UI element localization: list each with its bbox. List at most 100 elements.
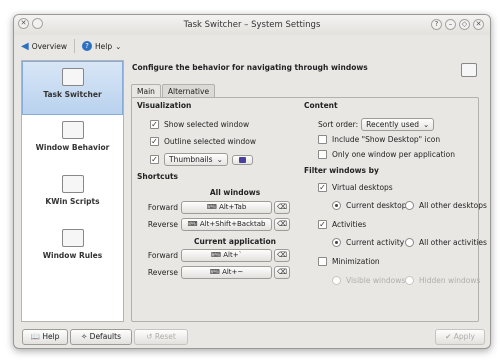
minimization-checkbox[interactable] [318, 257, 327, 266]
chevron-down-icon: ⌄ [115, 41, 122, 51]
bottom-bar: 📖 Help ✧ Defaults ↺ Reset ✔ Apply [14, 327, 490, 348]
all-other-activities-option[interactable]: All other activities [405, 238, 487, 247]
visible-windows-radio [332, 276, 341, 285]
clear-icon: ⌫ [277, 268, 287, 276]
one-per-app-checkbox[interactable] [318, 150, 327, 159]
filter-heading: Filter windows by [304, 166, 379, 175]
forward-label: Forward [147, 203, 178, 212]
help-label: Help [95, 41, 113, 51]
reverse-shortcut-button[interactable]: ⌨ Alt+Shift+Backtab [181, 218, 272, 231]
clear-forward-button[interactable]: ⌫ [274, 201, 290, 214]
effect-checkbox[interactable]: ✓ [150, 155, 159, 164]
reset-icon: ↺ [146, 332, 155, 341]
virtual-desktops-label: Virtual desktops [332, 183, 393, 192]
key-icon: ⌨ [187, 220, 200, 228]
help-icon: ? [82, 41, 93, 51]
activities-label: Activities [332, 220, 367, 229]
key-icon: ⌨ [206, 203, 220, 211]
current-forward-label: Forward [147, 251, 178, 260]
activities-checkbox[interactable]: ✓ [318, 220, 327, 229]
minimize-button[interactable]: – [445, 19, 456, 30]
toolbar-separator [74, 39, 76, 53]
current-activity-option[interactable]: Current activity [332, 238, 404, 247]
sort-order-row: Sort order: Recently used ⌄ [318, 118, 435, 131]
current-activity-radio[interactable] [332, 238, 341, 247]
visible-windows-label: Visible windows [346, 276, 406, 285]
tab-main[interactable]: Main [131, 84, 161, 98]
reverse-label: Reverse [147, 220, 178, 229]
tab-alternative[interactable]: Alternative [161, 84, 216, 98]
visible-windows-option: Visible windows [332, 276, 405, 285]
kwin-scripts-icon [61, 175, 84, 193]
current-desktop-option[interactable]: Current desktop [332, 201, 406, 210]
overview-label: Overview [31, 41, 68, 51]
all-other-desktops-radio[interactable] [405, 201, 414, 210]
sidebar-item-label: Window Behavior [35, 143, 110, 152]
window-title: Task Switcher – System Settings [183, 20, 321, 30]
forward-shortcut-button[interactable]: ⌨ Alt+Tab [181, 201, 272, 214]
one-per-app-label: Only one window per application [332, 150, 455, 159]
clear-icon: ⌫ [277, 220, 287, 228]
current-activity-label: Current activity [346, 238, 405, 247]
apply-check-icon: ✔ [445, 332, 454, 341]
reset-button[interactable]: ↺ Reset [134, 329, 188, 345]
outline-selected-checkbox[interactable]: ✓ [150, 137, 159, 146]
clear-icon: ⌫ [277, 203, 287, 211]
effect-select[interactable]: Thumbnails ⌄ [164, 153, 228, 166]
help-button[interactable]: 📖 Help [22, 329, 68, 345]
virtual-desktops-checkbox[interactable]: ✓ [318, 183, 327, 192]
pin-icon[interactable] [32, 18, 43, 29]
defaults-button[interactable]: ✧ Defaults [70, 329, 132, 345]
hidden-windows-label: Hidden windows [419, 276, 481, 285]
help-menu-button[interactable]: ? Help ⌄ [79, 39, 124, 53]
show-selected-label: Show selected window [164, 120, 250, 129]
configure-icon [238, 156, 246, 163]
shortcuts-heading: Shortcuts [137, 172, 179, 181]
help-window-button[interactable]: ? [431, 19, 442, 30]
clear-reverse-button[interactable]: ⌫ [274, 218, 290, 231]
sort-order-select[interactable]: Recently used ⌄ [361, 118, 435, 131]
virtual-desktops-row: ✓ Virtual desktops [318, 183, 393, 192]
sidebar-item-window-behavior[interactable]: Window Behavior [22, 115, 123, 169]
minimization-row: Minimization [318, 257, 380, 266]
include-desktop-row: Include "Show Desktop" icon [318, 135, 440, 144]
hidden-windows-radio [405, 276, 414, 285]
close-button[interactable]: ✕ [473, 19, 484, 30]
clear-current-reverse-button[interactable]: ⌫ [274, 266, 290, 279]
sidebar-item-label: KWin Scripts [45, 197, 100, 206]
show-selected-checkbox[interactable]: ✓ [150, 120, 159, 129]
visualization-heading: Visualization [137, 101, 192, 110]
apply-button-label: Apply [453, 332, 475, 341]
all-other-activities-label: All other activities [419, 238, 487, 247]
maximize-button[interactable]: ◇ [459, 19, 470, 30]
defaults-icon: ✧ [81, 332, 90, 341]
current-reverse-label: Reverse [147, 268, 178, 277]
sidebar-item-task-switcher[interactable]: Task Switcher [22, 61, 123, 115]
effect-config-button[interactable] [231, 154, 253, 165]
all-other-desktops-option[interactable]: All other desktops [405, 201, 487, 210]
all-other-desktops-label: All other desktops [419, 201, 487, 210]
kde-menu-icon[interactable]: ✕ [18, 18, 29, 29]
apply-button[interactable]: ✔ Apply [435, 329, 485, 345]
reset-button-label: Reset [154, 332, 176, 341]
task-switcher-icon [61, 68, 84, 86]
current-reverse-shortcut-button[interactable]: ⌨ Alt+~ [181, 266, 272, 279]
sidebar-item-label: Task Switcher [43, 90, 102, 99]
reverse-shortcut-value: Alt+Shift+Backtab [199, 220, 266, 228]
clear-current-forward-button[interactable]: ⌫ [274, 249, 290, 262]
minimization-label: Minimization [332, 257, 380, 266]
sort-order-label: Sort order: [318, 120, 359, 129]
include-desktop-checkbox[interactable] [318, 135, 327, 144]
current-desktop-radio[interactable] [332, 201, 341, 210]
key-icon: ⌨ [210, 251, 224, 259]
clear-icon: ⌫ [277, 251, 287, 259]
current-reverse-shortcut-value: Alt+~ [222, 268, 244, 276]
settings-window: ✕ Task Switcher – System Settings ? – ◇ … [13, 14, 491, 349]
page-heading: Configure the behavior for navigating th… [132, 63, 368, 72]
overview-button[interactable]: ◀ Overview [18, 39, 70, 54]
sidebar-item-kwin-scripts[interactable]: KWin Scripts [22, 169, 123, 223]
current-desktop-label: Current desktop [346, 201, 407, 210]
all-other-activities-radio[interactable] [405, 238, 414, 247]
sidebar-item-window-rules[interactable]: Window Rules [22, 223, 123, 277]
current-forward-shortcut-button[interactable]: ⌨ Alt+` [181, 249, 272, 262]
